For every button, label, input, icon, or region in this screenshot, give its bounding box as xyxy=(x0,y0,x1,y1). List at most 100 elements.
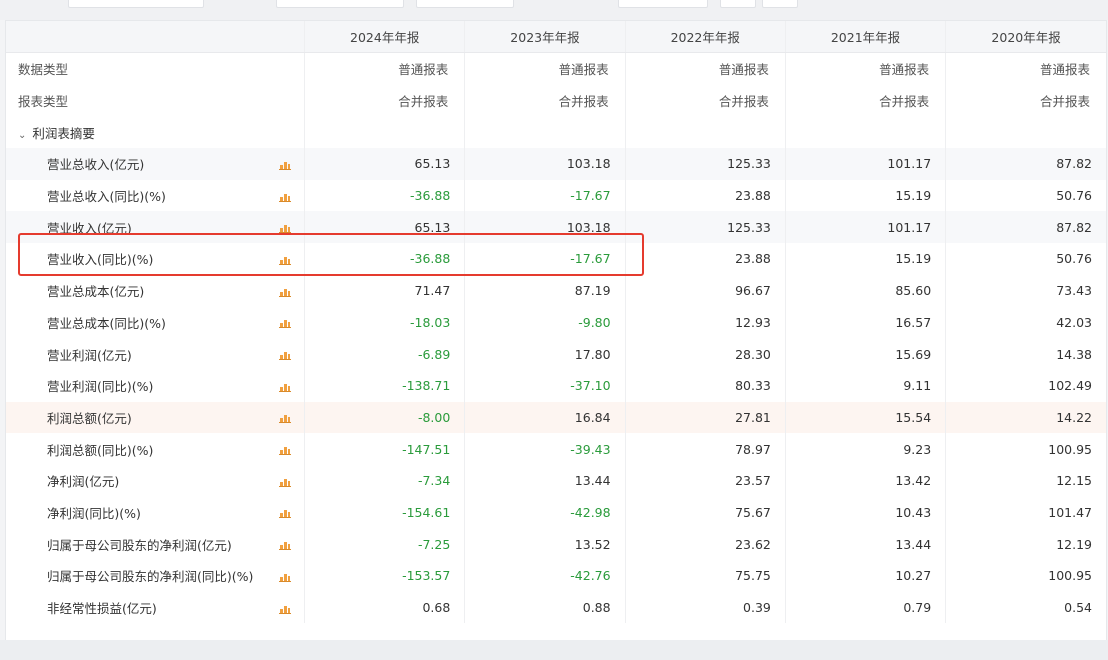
cell-value: 13.42 xyxy=(784,464,946,497)
bar-chart-icon[interactable] xyxy=(279,350,292,361)
column-header[interactable]: 2021年年报 xyxy=(784,21,946,53)
row-label: 归属于母公司股东的净利润(亿元) xyxy=(47,537,232,553)
bar-chart-icon[interactable] xyxy=(279,572,292,582)
cell-value: 28.30 xyxy=(624,338,786,370)
bar-chart-icon[interactable] xyxy=(279,508,292,519)
column-header[interactable]: 2020年年报 xyxy=(945,21,1106,53)
cell-value: 101.17 xyxy=(784,211,946,244)
bar-chart-icon[interactable] xyxy=(279,255,292,265)
bar-chart-icon[interactable] xyxy=(279,445,292,456)
row-label: 营业总成本(同比)(%) xyxy=(47,315,166,331)
table-row: 利润总额(亿元) -8.00 16.84 27.81 15.54 14.22 xyxy=(6,401,1106,434)
cell-value: 23.88 xyxy=(624,243,786,275)
column-header[interactable]: 2023年年报 xyxy=(464,21,626,53)
cell-value: 0.39 xyxy=(624,591,786,624)
cell-value: 23.62 xyxy=(624,528,786,560)
cell-value: 125.33 xyxy=(624,211,786,244)
bar-chart-icon[interactable] xyxy=(279,413,292,424)
column-header[interactable]: 2022年年报 xyxy=(624,21,786,53)
top-toolbar-strip xyxy=(0,0,1108,20)
cell-value: 9.11 xyxy=(784,369,946,402)
cell-value: -36.88 xyxy=(304,243,465,275)
cell-value: 125.33 xyxy=(624,148,786,180)
section-toggle-income-summary[interactable]: ⌄ 利润表摘要 xyxy=(6,116,1106,149)
cell-value: -18.03 xyxy=(304,306,465,339)
section-title: 利润表摘要 xyxy=(32,125,95,141)
cell-value: 65.13 xyxy=(304,211,465,244)
header-blank xyxy=(6,21,267,53)
column-header[interactable]: 2024年年报 xyxy=(304,21,465,53)
table-row: 营业总成本(亿元) 71.47 87.19 96.67 85.60 73.43 xyxy=(6,274,1106,307)
cell-value: 16.84 xyxy=(464,401,626,434)
toolbar-control[interactable] xyxy=(720,0,756,8)
bar-chart-icon[interactable] xyxy=(279,192,292,202)
cell-value: -8.00 xyxy=(304,401,465,434)
bar-chart-icon[interactable] xyxy=(279,223,292,234)
toolbar-control[interactable] xyxy=(68,0,204,8)
cell-value: 0.54 xyxy=(945,591,1106,624)
row-label: 营业总收入(同比)(%) xyxy=(47,189,166,205)
bar-chart-icon[interactable] xyxy=(279,604,292,614)
table-row: 营业收入(亿元) 65.13 103.18 125.33 101.17 87.82 xyxy=(6,211,1106,244)
table-row: 营业利润(亿元) -6.89 17.80 28.30 15.69 14.38 xyxy=(6,338,1106,370)
cell-value: 103.18 xyxy=(464,211,626,244)
cell-value: 12.19 xyxy=(945,528,1106,560)
cell-value: 16.57 xyxy=(784,306,946,339)
cell-value: 合并报表 xyxy=(945,84,1106,117)
cell-value: 普通报表 xyxy=(464,52,626,85)
cell-value: 80.33 xyxy=(624,369,786,402)
cell-value: 0.68 xyxy=(304,591,465,624)
cell-value: 0.88 xyxy=(464,591,626,624)
cell-value: 普通报表 xyxy=(784,52,946,85)
cell-value: 85.60 xyxy=(784,274,946,307)
cell-value: 9.23 xyxy=(784,433,946,465)
row-label: 数据类型 xyxy=(18,62,69,78)
cell-value: -37.10 xyxy=(464,369,626,402)
table-row: 营业总收入(同比)(%) -36.88 -17.67 23.88 15.19 50.76 xyxy=(6,179,1106,212)
cell-value: 12.93 xyxy=(624,306,786,339)
bar-chart-icon[interactable] xyxy=(279,287,292,297)
cell-value: -7.25 xyxy=(304,528,465,560)
cell-value: 23.88 xyxy=(624,179,786,212)
cell-value: -138.71 xyxy=(304,369,465,402)
table-row: 非经常性损益(亿元) 0.68 0.88 0.39 0.79 0.54 xyxy=(6,591,1106,624)
table-row: 归属于母公司股东的净利润(同比)(%) -153.57 -42.76 75.75 10.… xyxy=(6,560,1106,592)
table-row: 净利润(亿元) -7.34 13.44 23.57 13.42 12.15 xyxy=(6,464,1106,497)
cell-value: 14.38 xyxy=(945,338,1106,370)
row-label: 营业利润(亿元) xyxy=(47,347,132,363)
cell-value: -9.80 xyxy=(464,306,626,339)
row-label: 净利润(同比)(%) xyxy=(47,505,141,521)
table-row: 营业总收入(亿元) 65.13 103.18 125.33 101.17 87.82 xyxy=(6,148,1106,180)
cell-value: 87.82 xyxy=(945,148,1106,180)
bottom-edge xyxy=(0,640,1108,660)
toolbar-control[interactable] xyxy=(762,0,798,8)
cell-value: 27.81 xyxy=(624,401,786,434)
cell-value: 15.19 xyxy=(784,179,946,212)
toolbar-control[interactable] xyxy=(416,0,514,8)
bar-chart-icon[interactable] xyxy=(279,477,292,487)
bar-chart-icon[interactable] xyxy=(279,318,292,329)
cell-value: 42.03 xyxy=(945,306,1106,339)
cell-value: -42.76 xyxy=(464,560,626,592)
toolbar-control[interactable] xyxy=(618,0,708,8)
row-label: 营业总成本(亿元) xyxy=(47,284,145,300)
cell-value: -42.98 xyxy=(464,496,626,529)
cell-value: -36.88 xyxy=(304,179,465,212)
cell-value: 78.97 xyxy=(624,433,786,465)
header-blank xyxy=(266,21,305,53)
financial-summary-table-container: 2024年年报 2023年年报 2022年年报 2021年年报 2020年年报 … xyxy=(5,20,1107,642)
cell-value: 合并报表 xyxy=(464,84,626,117)
section-label[interactable]: ⌄ 利润表摘要 xyxy=(6,116,267,149)
bar-chart-icon[interactable] xyxy=(279,160,292,170)
cell-value: 65.13 xyxy=(304,148,465,180)
toolbar-control[interactable] xyxy=(276,0,404,8)
cell-value: -17.67 xyxy=(464,179,626,212)
cell-value: 10.27 xyxy=(784,560,946,592)
cell-value: 15.19 xyxy=(784,243,946,275)
cell-value: 合并报表 xyxy=(304,84,465,117)
row-label: 利润总额(同比)(%) xyxy=(47,442,154,458)
bar-chart-icon[interactable] xyxy=(279,382,292,392)
chevron-down-icon[interactable]: ⌄ xyxy=(18,130,26,141)
bar-chart-icon[interactable] xyxy=(279,540,292,551)
financial-summary-table: 2024年年报 2023年年报 2022年年报 2021年年报 2020年年报 … xyxy=(6,21,1106,624)
